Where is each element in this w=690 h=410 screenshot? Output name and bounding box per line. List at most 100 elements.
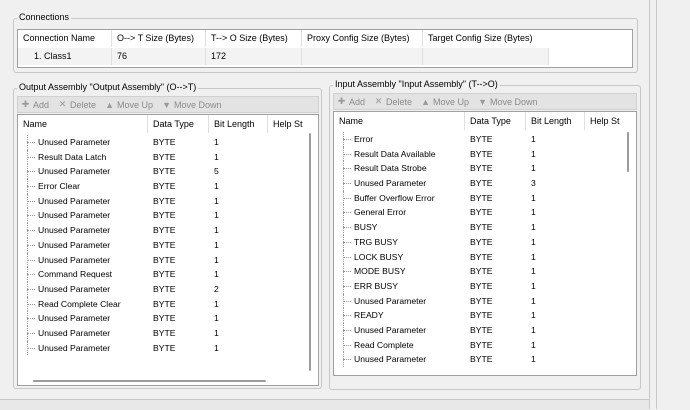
list-item[interactable]: Unused Parameter BYTE 1: [18, 311, 318, 326]
ot-size-cell[interactable]: 76: [112, 48, 206, 65]
column-header-target-config[interactable]: Target Config Size (Bytes): [423, 30, 549, 47]
tree-line: [343, 264, 353, 279]
to-size-cell[interactable]: 172: [206, 48, 302, 65]
list-item[interactable]: Unused Parameter BYTE 1: [18, 340, 318, 356]
tree-line: [343, 205, 353, 221]
connections-title: Connections: [17, 12, 72, 22]
list-item[interactable]: Command Request BYTE 1: [18, 267, 318, 282]
tree-line: [343, 249, 353, 265]
column-header-data-type[interactable]: Data Type: [148, 115, 209, 133]
tree-line: [343, 293, 353, 309]
list-item[interactable]: Unused Parameter BYTE 1: [18, 223, 318, 238]
parameter-name-cell: Unused Parameter: [18, 208, 148, 224]
list-item[interactable]: Unused Parameter BYTE 1: [334, 322, 636, 338]
output-horizontal-scrollbar[interactable]: [33, 380, 266, 382]
list-item[interactable]: Result Data Latch BYTE 1: [18, 149, 318, 165]
tree-line: [27, 252, 37, 268]
column-header-ot-size[interactable]: O--> T Size (Bytes): [112, 30, 206, 47]
list-item[interactable]: Unused Parameter BYTE 1: [18, 193, 318, 209]
output-move-down-button[interactable]: ▼ Move Down: [162, 100, 222, 110]
list-item[interactable]: Unused Parameter BYTE 2: [18, 281, 318, 297]
bit-length-cell: 1: [531, 163, 536, 174]
list-item[interactable]: General Error BYTE 1: [334, 205, 636, 221]
list-item[interactable]: Buffer Overflow Error BYTE 1: [334, 190, 636, 206]
parameter-name-cell: General Error: [334, 205, 465, 221]
parameter-name-cell: READY: [334, 308, 465, 323]
parameter-name-cell: Unused Parameter: [18, 325, 148, 341]
parameter-name: MODE BUSY: [354, 266, 406, 277]
data-type-cell: BYTE: [470, 236, 493, 247]
input-add-button[interactable]: ✚ Add: [337, 96, 365, 107]
parameter-name: Unused Parameter: [38, 166, 111, 177]
output-add-button[interactable]: ✚ Add: [21, 99, 49, 110]
parameter-name: BUSY: [354, 222, 378, 233]
column-header-connection-name[interactable]: Connection Name: [18, 30, 112, 47]
column-header-help[interactable]: Help St: [585, 112, 636, 130]
tree-line: [343, 337, 353, 353]
connections-header: Connection Name O--> T Size (Bytes) T-->…: [18, 30, 549, 47]
parameter-name: Unused Parameter: [38, 327, 111, 338]
input-delete-button[interactable]: ✕ Delete: [374, 96, 412, 107]
target-config-cell[interactable]: [423, 48, 549, 65]
column-header-to-size[interactable]: T--> O Size (Bytes): [206, 30, 302, 47]
input-add-label: Add: [349, 96, 366, 107]
list-item[interactable]: Unused Parameter BYTE 5: [18, 164, 318, 180]
list-item[interactable]: LOCK BUSY BYTE 1: [334, 249, 636, 265]
list-item[interactable]: Unused Parameter BYTE 1: [334, 293, 636, 309]
output-move-up-button[interactable]: ▲ Move Up: [105, 100, 153, 110]
column-header-data-type[interactable]: Data Type: [465, 112, 526, 130]
column-header-bit-length[interactable]: Bit Length: [209, 115, 268, 133]
bottom-scrollbar-area[interactable]: [0, 399, 649, 410]
list-item[interactable]: Unused Parameter BYTE 1: [18, 237, 318, 253]
bit-length-cell: 1: [531, 222, 536, 233]
data-type-cell: BYTE: [470, 178, 493, 189]
connection-name-cell[interactable]: 1. Class1: [18, 48, 112, 65]
data-type-cell: BYTE: [470, 354, 493, 365]
tree-line: [343, 234, 353, 250]
list-item[interactable]: BUSY BYTE 1: [334, 220, 636, 235]
list-item[interactable]: Unused Parameter BYTE 1: [18, 252, 318, 268]
bit-length-cell: 1: [531, 324, 536, 335]
parameter-name: Unused Parameter: [38, 342, 111, 353]
list-item[interactable]: ERR BUSY BYTE 1: [334, 278, 636, 294]
parameter-name: Read Complete: [354, 339, 414, 350]
list-item[interactable]: Result Data Strobe BYTE 1: [334, 161, 636, 177]
list-item[interactable]: Read Complete BYTE 1: [334, 337, 636, 353]
list-item[interactable]: Error BYTE 1: [334, 132, 636, 147]
parameter-name: TRG BUSY: [354, 236, 398, 247]
list-item[interactable]: READY BYTE 1: [334, 308, 636, 323]
list-item[interactable]: Unused Parameter BYTE 1: [18, 208, 318, 224]
data-type-cell: BYTE: [153, 313, 176, 324]
list-item[interactable]: Unused Parameter BYTE 1: [18, 325, 318, 341]
list-item[interactable]: Unused Parameter BYTE 1: [18, 135, 318, 150]
output-vertical-scrollbar[interactable]: [309, 133, 311, 371]
list-item[interactable]: Read Complete Clear BYTE 1: [18, 296, 318, 312]
column-header-help[interactable]: Help St: [268, 115, 318, 133]
proxy-config-cell[interactable]: [302, 48, 423, 65]
list-item[interactable]: Error Clear BYTE 1: [18, 179, 318, 194]
list-item[interactable]: Unused Parameter BYTE 3: [334, 176, 636, 191]
input-vertical-scrollbar[interactable]: [627, 132, 629, 172]
tree-line: [27, 208, 37, 224]
column-header-name[interactable]: Name: [334, 112, 465, 130]
column-header-proxy-config[interactable]: Proxy Config Size (Bytes): [302, 30, 423, 47]
bit-length-cell: 1: [531, 148, 536, 159]
tree-line: [343, 132, 353, 147]
input-move-down-button[interactable]: ▼ Move Down: [478, 97, 538, 107]
tree-line: [27, 237, 37, 253]
list-item[interactable]: Result Data Available BYTE 1: [334, 146, 636, 162]
output-delete-button[interactable]: ✕ Delete: [58, 99, 96, 110]
input-parameter-list[interactable]: Name Data Type Bit Length Help St Error B…: [333, 111, 637, 376]
input-move-up-button[interactable]: ▲ Move Up: [421, 97, 469, 107]
column-header-bit-length[interactable]: Bit Length: [526, 112, 585, 130]
column-header-name[interactable]: Name: [18, 115, 148, 133]
list-item[interactable]: Unused Parameter BYTE 1: [334, 352, 636, 367]
bit-length-cell: 1: [214, 181, 219, 192]
arrow-up-icon: ▲: [105, 99, 114, 110]
list-item[interactable]: TRG BUSY BYTE 1: [334, 234, 636, 250]
bit-length-cell: 1: [531, 354, 536, 365]
list-item[interactable]: MODE BUSY BYTE 1: [334, 264, 636, 279]
output-parameter-list[interactable]: Name Data Type Bit Length Help St Unused…: [17, 114, 319, 386]
connection-row[interactable]: 1. Class1 76 172: [18, 48, 549, 65]
tree-line: [343, 278, 353, 294]
